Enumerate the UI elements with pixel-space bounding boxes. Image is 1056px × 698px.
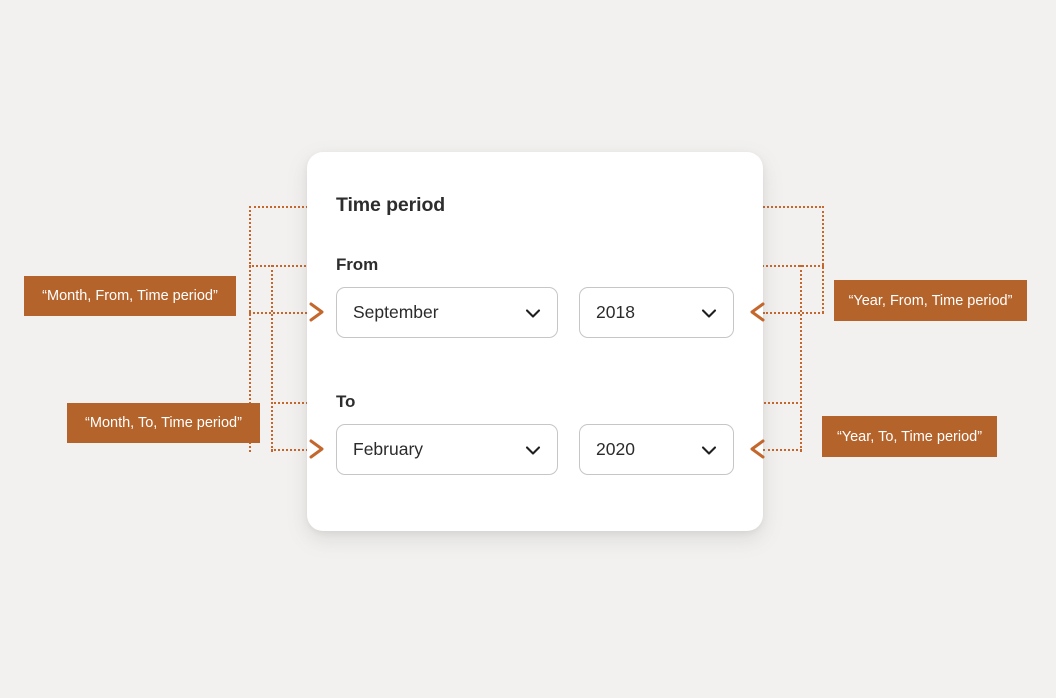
- connector-year-from-arrowline: [763, 312, 824, 314]
- annotation-month-to: “Month, To, Time period”: [67, 403, 260, 443]
- connector-left-inner-vertical: [271, 265, 273, 452]
- connector-year-to-arrowline: [763, 449, 802, 451]
- arrowhead-year-from-icon: [745, 297, 767, 327]
- connector-right-inner-vertical: [800, 265, 802, 452]
- annotation-diagram: Time period From September 2018 To Febru…: [0, 0, 1056, 698]
- connector-month-from-arrowline: [249, 312, 311, 314]
- from-month-select[interactable]: September: [336, 287, 558, 338]
- chevron-down-icon: [699, 440, 719, 460]
- from-group-label: From: [336, 255, 379, 274]
- connector-right-outer-vertical: [822, 206, 824, 313]
- annotation-month-from: “Month, From, Time period”: [24, 276, 236, 316]
- arrowhead-month-from-icon: [307, 297, 329, 327]
- chevron-down-icon: [699, 303, 719, 323]
- page-title: Time period: [336, 194, 446, 216]
- annotation-year-to: “Year, To, Time period”: [822, 416, 997, 457]
- arrowhead-year-to-icon: [745, 434, 767, 464]
- to-month-select[interactable]: February: [336, 424, 558, 475]
- connector-month-to-arrowline: [271, 449, 311, 451]
- annotation-year-from: “Year, From, Time period”: [834, 280, 1027, 321]
- from-year-select[interactable]: 2018: [579, 287, 734, 338]
- to-year-select[interactable]: 2020: [579, 424, 734, 475]
- to-group-label: To: [336, 392, 356, 411]
- from-year-value: 2018: [596, 302, 635, 322]
- from-month-value: September: [353, 302, 439, 322]
- chevron-down-icon: [523, 303, 543, 323]
- time-period-card: Time period From September 2018 To Febru…: [307, 152, 763, 531]
- chevron-down-icon: [523, 440, 543, 460]
- arrowhead-month-to-icon: [307, 434, 329, 464]
- to-month-value: February: [353, 439, 424, 459]
- to-year-value: 2020: [596, 439, 635, 459]
